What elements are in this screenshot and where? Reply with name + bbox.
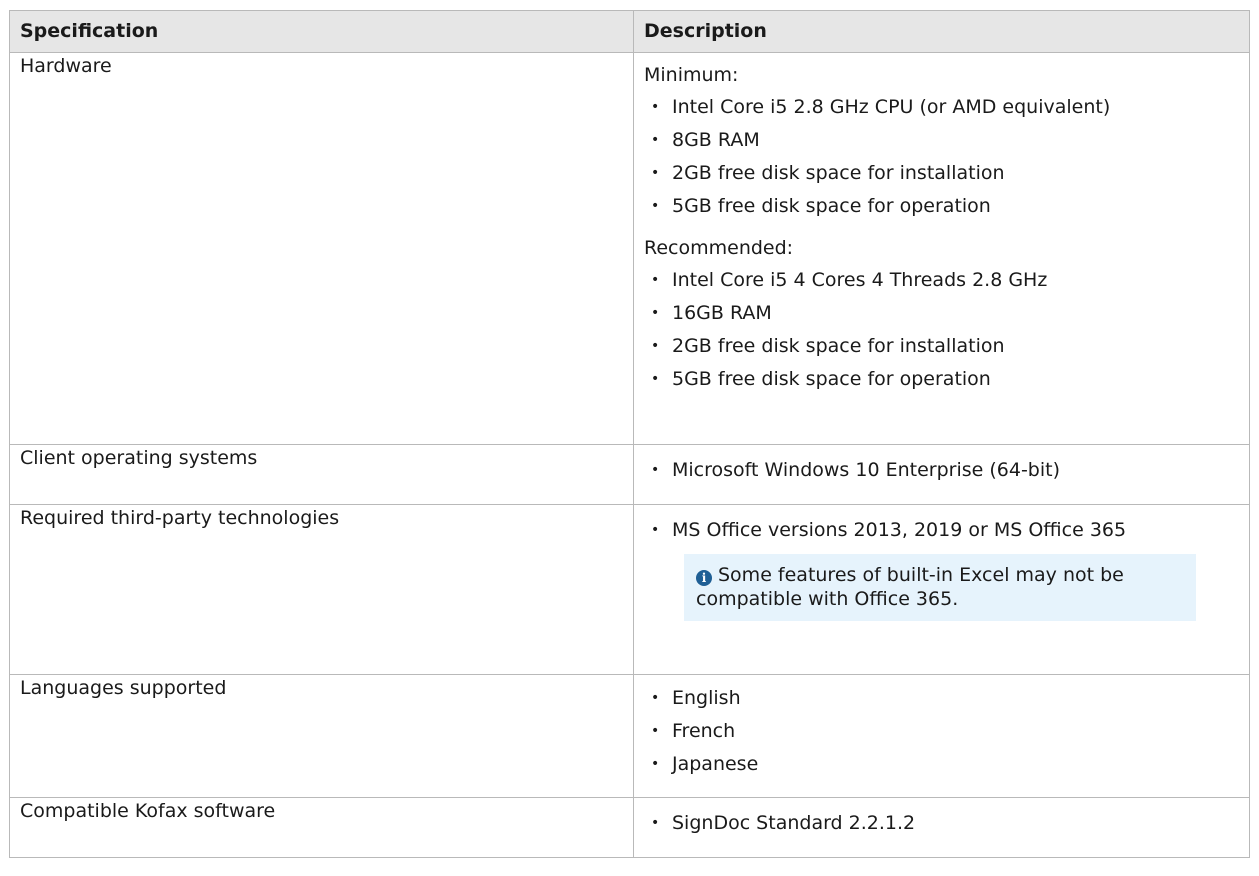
column-header-specification: Specification (9, 10, 634, 53)
spec-name: Required third-party technologies (9, 504, 634, 675)
specification-table: Specification Description Hardware Minim… (9, 10, 1250, 858)
bullet-icon: • (651, 815, 660, 831)
spec-description: • SignDoc Standard 2.2.1.2 (633, 797, 1250, 858)
list-item: • MS Office versions 2013, 2019 or MS Off… (644, 516, 1239, 544)
bullet-icon: • (651, 690, 660, 706)
bullet-icon: • (651, 165, 660, 181)
list-item: • Microsoft Windows 10 Enterprise (64-bit… (644, 456, 1239, 484)
bullet-icon: • (651, 462, 660, 478)
bullet-icon: • (651, 522, 660, 538)
bullet-icon: • (651, 272, 660, 288)
spec-name: Compatible Kofax software (9, 797, 634, 858)
list-item: • Intel Core i5 2.8 GHz CPU (or AMD equiv… (644, 91, 1239, 124)
recommended-label: Recommended: (644, 237, 794, 259)
list-item: • Japanese (644, 748, 1239, 781)
bullet-icon: • (651, 371, 660, 387)
list-item: • 2GB free disk space for installation (644, 330, 1239, 363)
list-item: • 5GB free disk space for operation (644, 190, 1239, 223)
bullet-icon: • (651, 756, 660, 772)
languages-list: • English • French • Japanese (644, 682, 1239, 781)
client-os-list: • Microsoft Windows 10 Enterprise (64-bit… (644, 456, 1239, 484)
info-icon: i (696, 570, 712, 586)
minimum-list: • Intel Core i5 2.8 GHz CPU (or AMD equiv… (644, 91, 1239, 223)
bullet-icon: • (651, 99, 660, 115)
list-item: • 2GB free disk space for installation (644, 157, 1239, 190)
table-row-kofax: Compatible Kofax software • SignDoc Stand… (9, 797, 1250, 858)
table-row-languages: Languages supported • English • French • Ja… (9, 674, 1250, 798)
spec-description: • Microsoft Windows 10 Enterprise (64-bit… (633, 444, 1250, 505)
bullet-icon: • (651, 132, 660, 148)
list-item: • French (644, 715, 1239, 748)
info-note: i Some features of built-in Excel may not… (684, 554, 1196, 621)
kofax-list: • SignDoc Standard 2.2.1.2 (644, 809, 1239, 837)
spec-description: • MS Office versions 2013, 2019 or MS Off… (633, 504, 1250, 675)
bullet-icon: • (651, 338, 660, 354)
spec-description: Minimum: • Intel Core i5 2.8 GHz CPU (or … (633, 52, 1250, 445)
bullet-icon: • (651, 305, 660, 321)
list-item: • 8GB RAM (644, 124, 1239, 157)
spec-name: Languages supported (9, 674, 634, 798)
spec-name: Client operating systems (9, 444, 634, 505)
table-row-client-os: Client operating systems • Microsoft Wind… (9, 444, 1250, 505)
spec-description: • English • French • Japanese (633, 674, 1250, 798)
recommended-list: • Intel Core i5 4 Cores 4 Threads 2.8 GHz… (644, 264, 1239, 396)
third-party-list: • MS Office versions 2013, 2019 or MS Off… (644, 516, 1239, 544)
table-row-hardware: Hardware Minimum: • Intel Core i5 2.8 GHz… (9, 52, 1250, 445)
list-item: • Intel Core i5 4 Cores 4 Threads 2.8 GHz (644, 264, 1239, 297)
list-item: • 5GB free disk space for operation (644, 363, 1239, 396)
table-header-row: Specification Description (9, 10, 1250, 53)
bullet-icon: • (651, 198, 660, 214)
bullet-icon: • (651, 723, 660, 739)
table-row-third-party: Required third-party technologies • MS Of… (9, 504, 1250, 675)
list-item: • 16GB RAM (644, 297, 1239, 330)
column-header-description: Description (633, 10, 1250, 53)
list-item: • English (644, 682, 1239, 715)
minimum-label: Minimum: (644, 64, 739, 86)
list-item: • SignDoc Standard 2.2.1.2 (644, 809, 1239, 837)
spec-name: Hardware (9, 52, 634, 445)
info-note-text: Some features of built-in Excel may not … (696, 564, 1124, 610)
